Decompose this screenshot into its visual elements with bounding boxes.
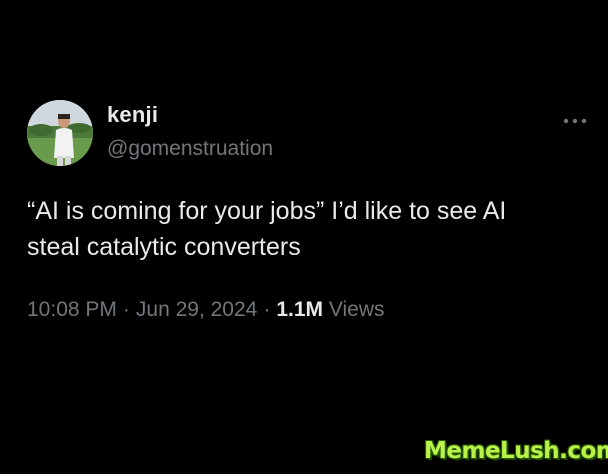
- display-name[interactable]: kenji: [107, 102, 158, 128]
- tweet-card: kenji @gomenstruation “AI is coming for …: [0, 0, 608, 474]
- tweet-date[interactable]: Jun 29, 2024: [136, 298, 257, 321]
- views-label[interactable]: Views: [329, 298, 385, 321]
- more-dots-icon: [563, 118, 587, 124]
- more-options-button[interactable]: [562, 114, 588, 128]
- profile-photo-icon: [27, 100, 93, 166]
- tweet-text-line: “AI is coming for your jobs” I’d like to…: [27, 197, 507, 225]
- tweet-time[interactable]: 10:08 PM: [27, 298, 117, 321]
- meta-separator: ·: [263, 298, 271, 321]
- meta-separator: ·: [122, 298, 130, 321]
- tweet-text: “AI is coming for your jobs” I’d like to…: [27, 193, 597, 265]
- avatar[interactable]: [27, 100, 93, 166]
- views-count[interactable]: 1.1M: [276, 298, 323, 321]
- watermark: MemeLush.com: [424, 438, 608, 464]
- user-handle[interactable]: @gomenstruation: [107, 137, 273, 161]
- tweet-meta: 10:08 PM · Jun 29, 2024 · 1.1M Views: [27, 298, 385, 322]
- tweet-text-line: steal catalytic converters: [27, 233, 301, 261]
